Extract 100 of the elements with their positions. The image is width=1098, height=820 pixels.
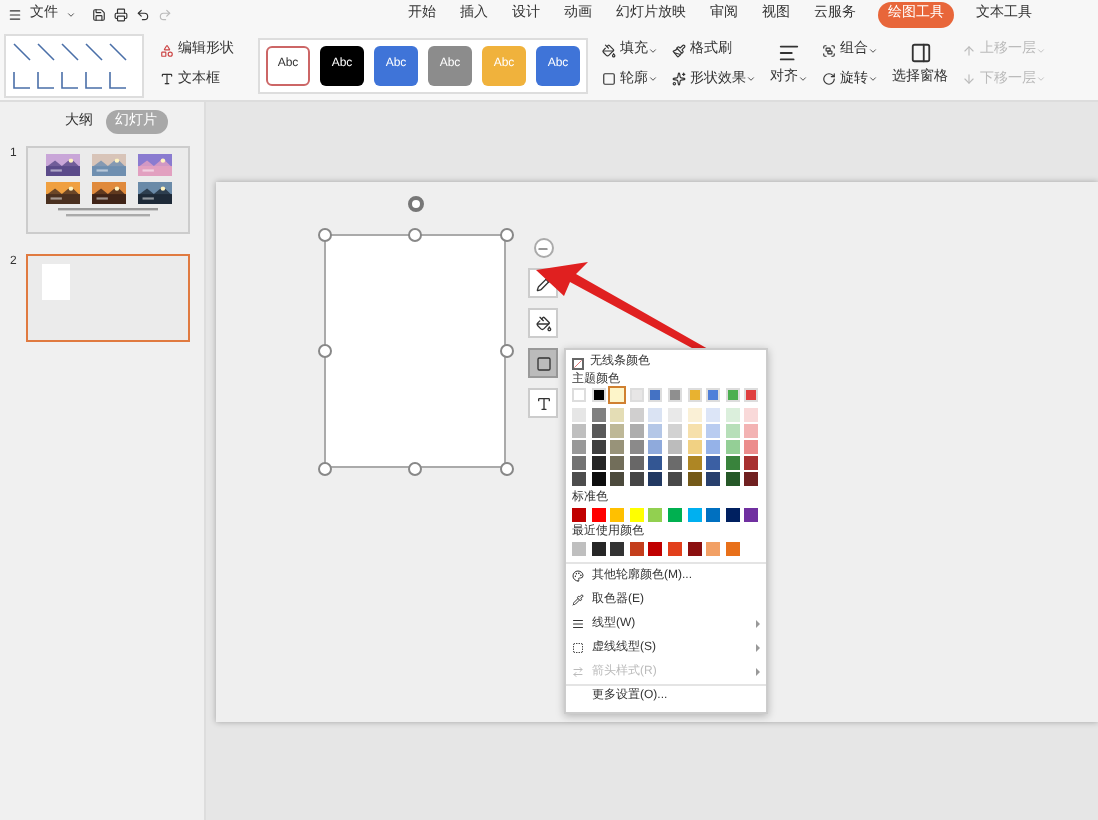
shade-swatch[interactable] bbox=[648, 456, 663, 470]
shade-swatch[interactable] bbox=[610, 408, 625, 422]
color-swatch[interactable] bbox=[648, 388, 663, 402]
shade-swatch[interactable] bbox=[687, 440, 702, 454]
shade-swatch[interactable] bbox=[725, 424, 740, 438]
color-swatch[interactable] bbox=[725, 508, 740, 522]
color-swatch[interactable] bbox=[725, 542, 740, 556]
shade-swatch[interactable] bbox=[667, 456, 682, 470]
shade-swatch[interactable] bbox=[706, 440, 721, 454]
outline-button[interactable] bbox=[528, 348, 558, 378]
color-swatch[interactable] bbox=[648, 542, 663, 556]
shade-swatch[interactable] bbox=[744, 424, 759, 438]
resize-handle[interactable] bbox=[500, 228, 514, 242]
shade-swatch[interactable] bbox=[572, 456, 586, 470]
resize-handle[interactable] bbox=[318, 462, 332, 476]
resize-handle[interactable] bbox=[318, 344, 332, 358]
color-swatch[interactable] bbox=[706, 542, 721, 556]
shade-swatch[interactable] bbox=[629, 472, 644, 486]
color-swatch[interactable] bbox=[744, 388, 759, 402]
color-swatch[interactable] bbox=[706, 508, 721, 522]
color-swatch[interactable] bbox=[591, 508, 606, 522]
shade-swatch[interactable] bbox=[687, 424, 702, 438]
color-swatch[interactable] bbox=[687, 388, 702, 402]
shade-swatch[interactable] bbox=[725, 440, 740, 454]
color-swatch[interactable] bbox=[744, 508, 759, 522]
color-swatch[interactable] bbox=[629, 542, 644, 556]
selected-rectangle[interactable] bbox=[324, 234, 506, 468]
color-swatch[interactable] bbox=[591, 388, 606, 402]
shade-swatch[interactable] bbox=[648, 424, 663, 438]
color-swatch[interactable] bbox=[629, 508, 644, 522]
resize-handle[interactable] bbox=[318, 228, 332, 242]
color-swatch[interactable] bbox=[667, 388, 682, 402]
menu-icon[interactable] bbox=[8, 8, 22, 22]
shape-gallery[interactable] bbox=[4, 33, 144, 97]
slide-thumbnail[interactable] bbox=[26, 146, 190, 234]
color-swatch[interactable] bbox=[648, 508, 663, 522]
shade-swatch[interactable] bbox=[725, 456, 740, 470]
shade-swatch[interactable] bbox=[629, 424, 644, 438]
shade-swatch[interactable] bbox=[706, 472, 721, 486]
color-swatch[interactable] bbox=[687, 542, 702, 556]
shade-swatch[interactable] bbox=[648, 440, 663, 454]
color-swatch[interactable] bbox=[591, 542, 606, 556]
fill-button[interactable] bbox=[528, 308, 558, 338]
resize-handle[interactable] bbox=[408, 462, 422, 476]
color-swatch[interactable] bbox=[629, 388, 644, 402]
shade-swatch[interactable] bbox=[572, 472, 586, 486]
shade-swatch[interactable] bbox=[591, 456, 606, 470]
shade-swatch[interactable] bbox=[629, 408, 644, 422]
rotate-handle[interactable] bbox=[408, 196, 424, 212]
color-swatch[interactable] bbox=[667, 542, 682, 556]
shade-swatch[interactable] bbox=[629, 440, 644, 454]
shade-swatch[interactable] bbox=[572, 424, 586, 438]
color-swatch[interactable] bbox=[610, 388, 625, 402]
shade-swatch[interactable] bbox=[572, 440, 586, 454]
shade-swatch[interactable] bbox=[667, 424, 682, 438]
color-swatch[interactable] bbox=[572, 388, 586, 402]
shade-swatch[interactable] bbox=[610, 472, 625, 486]
shade-swatch[interactable] bbox=[648, 408, 663, 422]
slide-thumbnail[interactable] bbox=[26, 254, 190, 342]
resize-handle[interactable] bbox=[500, 344, 514, 358]
color-swatch[interactable] bbox=[706, 388, 721, 402]
shade-swatch[interactable] bbox=[725, 408, 740, 422]
shade-swatch[interactable] bbox=[687, 472, 702, 486]
color-swatch[interactable] bbox=[572, 508, 586, 522]
color-swatch[interactable] bbox=[725, 388, 740, 402]
shade-swatch[interactable] bbox=[610, 440, 625, 454]
save-icon[interactable] bbox=[92, 8, 106, 22]
collapse-button[interactable] bbox=[533, 238, 553, 258]
shade-swatch[interactable] bbox=[591, 472, 606, 486]
redo-icon[interactable] bbox=[158, 8, 172, 22]
shade-swatch[interactable] bbox=[744, 456, 759, 470]
shade-swatch[interactable] bbox=[744, 440, 759, 454]
shade-swatch[interactable] bbox=[706, 408, 721, 422]
shade-swatch[interactable] bbox=[591, 424, 606, 438]
resize-handle[interactable] bbox=[500, 462, 514, 476]
color-swatch[interactable] bbox=[610, 542, 625, 556]
shade-swatch[interactable] bbox=[687, 456, 702, 470]
shade-swatch[interactable] bbox=[744, 408, 759, 422]
shade-swatch[interactable] bbox=[744, 472, 759, 486]
shade-swatch[interactable] bbox=[610, 456, 625, 470]
shade-swatch[interactable] bbox=[667, 408, 682, 422]
shade-swatch[interactable] bbox=[591, 408, 606, 422]
text-button[interactable] bbox=[528, 388, 558, 418]
print-icon[interactable] bbox=[114, 8, 128, 22]
shade-swatch[interactable] bbox=[725, 472, 740, 486]
shade-swatch[interactable] bbox=[648, 472, 663, 486]
shade-swatch[interactable] bbox=[706, 456, 721, 470]
shade-swatch[interactable] bbox=[687, 408, 702, 422]
color-swatch[interactable] bbox=[667, 508, 682, 522]
shade-swatch[interactable] bbox=[667, 472, 682, 486]
shade-swatch[interactable] bbox=[706, 424, 721, 438]
undo-icon[interactable] bbox=[136, 8, 150, 22]
shade-swatch[interactable] bbox=[591, 440, 606, 454]
shade-swatch[interactable] bbox=[610, 424, 625, 438]
shade-swatch[interactable] bbox=[629, 456, 644, 470]
color-swatch[interactable] bbox=[687, 508, 702, 522]
resize-handle[interactable] bbox=[408, 228, 422, 242]
shade-swatch[interactable] bbox=[572, 408, 586, 422]
shade-swatch[interactable] bbox=[667, 440, 682, 454]
color-swatch[interactable] bbox=[610, 508, 625, 522]
